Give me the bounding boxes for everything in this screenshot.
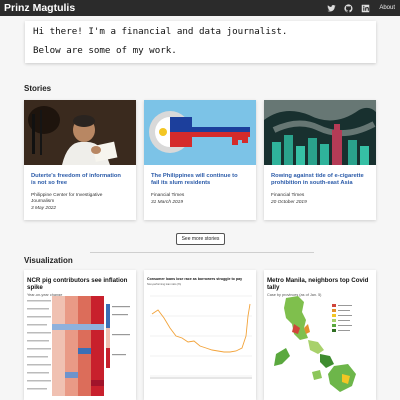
viz-3-title[interactable]: Metro Manila, neighbors top Covid tally (267, 277, 376, 291)
linkedin-icon[interactable] (357, 0, 373, 16)
story-card-2[interactable]: The Philippines will continue to fail it… (144, 100, 256, 220)
intro-line-1: Hi there! I'm a financial and data journ… (33, 26, 288, 37)
story-3-publisher: Financial Times (271, 193, 305, 198)
intro-card: Hi there! I'm a financial and data journ… (25, 21, 376, 63)
viz-card-1[interactable]: NCR pig contributors see inflation spike… (24, 270, 136, 400)
visualization-heading: Visualization (24, 256, 73, 265)
github-icon[interactable] (340, 0, 356, 16)
story-card-3[interactable]: Rowing against tide of e-cigarette prohi… (264, 100, 376, 220)
see-more-stories-button[interactable]: See more stories (176, 233, 225, 245)
intro-line-2: Below are some of my work. (33, 45, 177, 56)
story-1-title[interactable]: Duterte's freedom of information is not … (31, 173, 127, 187)
story-1-publisher: Philippine Center for Investigative Jour… (31, 193, 103, 204)
top-navbar: Prinz Magtulis About (0, 0, 400, 16)
viz-card-3[interactable]: Metro Manila, neighbors top Covid tally … (264, 270, 376, 400)
story-3-date: 20 October 2019 (271, 200, 307, 205)
viz-card-2[interactable]: Consumer loans lose race as borrowers st… (144, 270, 256, 400)
viz-1-heatmap-graphic (27, 296, 130, 396)
twitter-icon[interactable] (323, 0, 339, 16)
story-2-date: 31 March 2019 (151, 200, 183, 205)
viz-2-line-graphic (150, 295, 252, 379)
section-divider (90, 252, 314, 253)
story-3-illustration (264, 100, 376, 165)
story-card-1[interactable]: Duterte's freedom of information is not … (24, 100, 136, 220)
story-1-photo (24, 100, 136, 165)
viz-2-title[interactable]: Consumer loans lose race as borrowers st… (147, 277, 256, 282)
story-2-publisher: Financial Times (151, 193, 185, 198)
about-link[interactable]: About (379, 5, 395, 11)
stories-heading: Stories (24, 84, 52, 93)
viz-3-map-graphic (274, 296, 356, 392)
site-brand[interactable]: Prinz Magtulis (4, 2, 322, 14)
story-3-title[interactable]: Rowing against tide of e-cigarette prohi… (271, 173, 367, 187)
viz-1-title[interactable]: NCR pig contributors see inflation spike (27, 277, 136, 291)
story-2-title[interactable]: The Philippines will continue to fail it… (151, 173, 247, 187)
story-2-illustration (144, 100, 256, 165)
story-1-date: 3 May 2022 (31, 206, 57, 211)
